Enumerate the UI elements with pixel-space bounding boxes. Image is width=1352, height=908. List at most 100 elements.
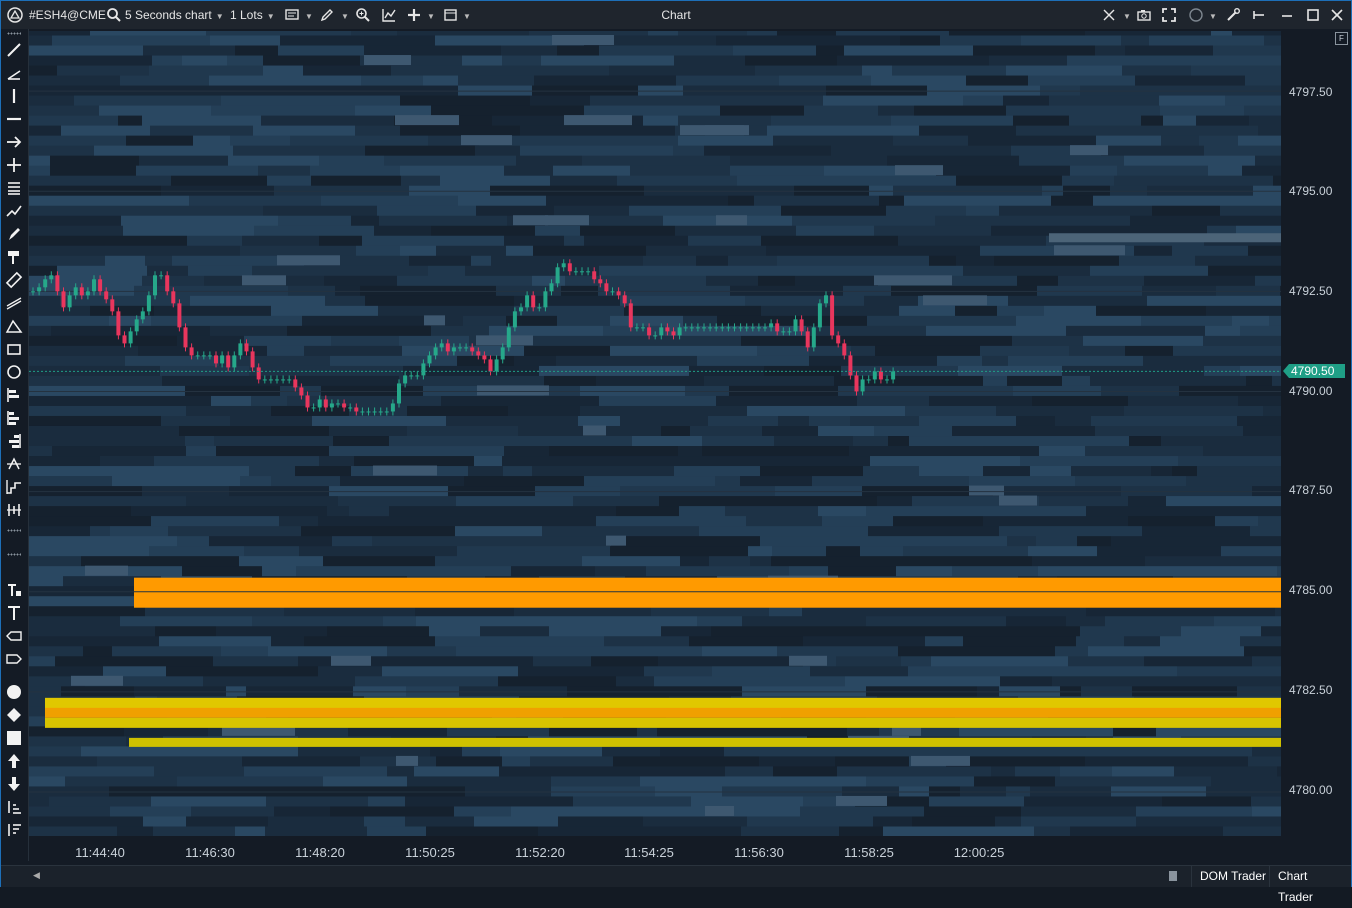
heatmap-cell xyxy=(552,35,614,46)
step-line-icon[interactable] xyxy=(5,478,23,496)
tab-chart-trader[interactable]: Chart Trader xyxy=(1269,866,1351,904)
channel-icon[interactable] xyxy=(5,294,23,312)
horizontal-scrollbar[interactable]: ◀ ▶ xyxy=(29,870,1179,882)
time-axis[interactable]: 11:44:40 11:46:30 11:48:20 11:50:25 11:5… xyxy=(29,839,1281,865)
heatmap-cell xyxy=(862,65,892,76)
heatmap-cell xyxy=(29,225,123,236)
heatmap-cell xyxy=(1242,165,1281,176)
heatmap-cell xyxy=(822,515,893,527)
label-right-icon[interactable] xyxy=(5,650,23,668)
chevron-down-icon[interactable]: ▼ xyxy=(459,1,471,29)
scroll-left-icon[interactable]: ◀ xyxy=(33,870,40,881)
heatmap-cell xyxy=(658,655,774,667)
diamond-marker-icon[interactable] xyxy=(5,706,23,724)
heatmap-cell xyxy=(395,115,459,126)
heatmap-cell xyxy=(465,785,551,797)
sort-ascending-icon[interactable] xyxy=(5,798,23,816)
heatmap-cell xyxy=(1180,755,1248,767)
volume-profile-icon[interactable] xyxy=(5,409,23,427)
chart-canvas[interactable] xyxy=(29,31,1281,836)
minimize-icon[interactable] xyxy=(1279,7,1295,23)
toolbar-grip[interactable] xyxy=(7,32,21,35)
heatmap-cell xyxy=(143,815,186,827)
close-icon[interactable] xyxy=(1329,7,1345,23)
price-axis[interactable]: 4797.50 4795.00 4792.50 4790.00 4787.50 … xyxy=(1281,31,1351,836)
ruler-line-icon[interactable] xyxy=(5,64,23,82)
ellipse-icon[interactable] xyxy=(5,363,23,381)
candle-body xyxy=(98,279,103,292)
brush-icon[interactable] xyxy=(5,225,23,243)
chevron-down-icon[interactable]: ▼ xyxy=(1205,1,1217,29)
vertical-line-icon[interactable] xyxy=(5,87,23,105)
scrollbar-thumb[interactable] xyxy=(1169,871,1177,881)
square-marker-icon[interactable] xyxy=(5,729,23,747)
maximize-icon[interactable] xyxy=(1305,7,1321,23)
symbol-selector[interactable]: #ESH4@CME xyxy=(29,1,106,29)
heatmap-cell xyxy=(582,555,628,567)
crosshair-icon[interactable] xyxy=(5,156,23,174)
fibonacci-icon[interactable] xyxy=(5,455,23,473)
indicators-icon[interactable] xyxy=(381,7,397,23)
sort-descending-icon[interactable] xyxy=(5,821,23,839)
add-icon[interactable] xyxy=(406,7,422,23)
pin-icon[interactable] xyxy=(1251,7,1267,23)
candle-body xyxy=(177,303,182,328)
expand-icon[interactable] xyxy=(1161,7,1177,23)
rectangle-icon[interactable] xyxy=(5,340,23,358)
parallel-lines-icon[interactable] xyxy=(5,179,23,197)
volume-profile-right-icon[interactable] xyxy=(5,432,23,450)
heatmap-cell xyxy=(1246,375,1272,386)
heatmap-cell xyxy=(912,815,995,827)
heatmap-cell xyxy=(533,245,646,256)
toolbar-grip[interactable] xyxy=(7,529,21,532)
arrow-right-icon[interactable] xyxy=(5,133,23,151)
heatmap-cell xyxy=(29,125,61,136)
horizontal-line-icon[interactable] xyxy=(5,110,23,128)
circle-marker-icon[interactable] xyxy=(5,683,23,701)
triangle-icon[interactable] xyxy=(5,317,23,335)
text-icon[interactable] xyxy=(5,604,23,622)
connection-status-icon[interactable] xyxy=(1188,7,1204,23)
ruler-icon[interactable] xyxy=(5,271,23,289)
pencil-icon[interactable] xyxy=(319,7,335,23)
line-tool-icon[interactable] xyxy=(5,41,23,59)
heatmap-cell xyxy=(993,485,1121,497)
chart-plot-area[interactable] xyxy=(29,31,1281,836)
chevron-down-icon[interactable]: ▼ xyxy=(423,1,435,29)
heatmap-cell xyxy=(620,415,708,426)
chevron-down-icon[interactable]: ▼ xyxy=(1119,1,1131,29)
heatmap-cell xyxy=(332,535,372,547)
heatmap-cell xyxy=(1044,305,1096,316)
heatmap-cell xyxy=(1173,345,1281,356)
text-lock-icon[interactable] xyxy=(5,581,23,599)
arrow-down-icon[interactable] xyxy=(5,775,23,793)
crosshair-link-icon[interactable] xyxy=(1101,7,1117,23)
search-icon[interactable] xyxy=(106,7,122,23)
camera-icon[interactable] xyxy=(1136,7,1152,23)
heatmap-cell xyxy=(50,165,136,176)
tab-dom-trader[interactable]: DOM Trader xyxy=(1191,866,1274,887)
trend-icon[interactable] xyxy=(5,202,23,220)
heatmap-cell xyxy=(262,565,296,577)
histogram-left-icon[interactable] xyxy=(5,386,23,404)
heatmap-cell xyxy=(1095,45,1125,56)
heatmap-cell xyxy=(1141,315,1232,326)
chevron-down-icon[interactable]: ▼ xyxy=(337,1,349,29)
timeframe-dropdown[interactable]: 5 Seconds chart ▼ xyxy=(125,1,224,29)
tools-icon[interactable] xyxy=(1225,7,1241,23)
zoom-icon[interactable] xyxy=(355,7,371,23)
label-left-icon[interactable] xyxy=(5,627,23,645)
lots-dropdown[interactable]: 1 Lots ▼ xyxy=(230,1,275,29)
toolbar-grip[interactable] xyxy=(7,553,21,556)
arrow-up-icon[interactable] xyxy=(5,752,23,770)
chart-settings-icon[interactable] xyxy=(284,7,300,23)
heatmap-cell xyxy=(1151,465,1172,477)
window-icon[interactable] xyxy=(443,7,459,23)
heatmap-cell xyxy=(239,785,282,797)
heatmap-cell xyxy=(1142,285,1216,296)
candle-body xyxy=(390,403,395,412)
bars-pattern-icon[interactable] xyxy=(5,501,23,519)
format-badge[interactable]: F xyxy=(1335,32,1348,45)
chevron-down-icon[interactable]: ▼ xyxy=(301,1,313,29)
paint-roller-icon[interactable] xyxy=(5,248,23,266)
